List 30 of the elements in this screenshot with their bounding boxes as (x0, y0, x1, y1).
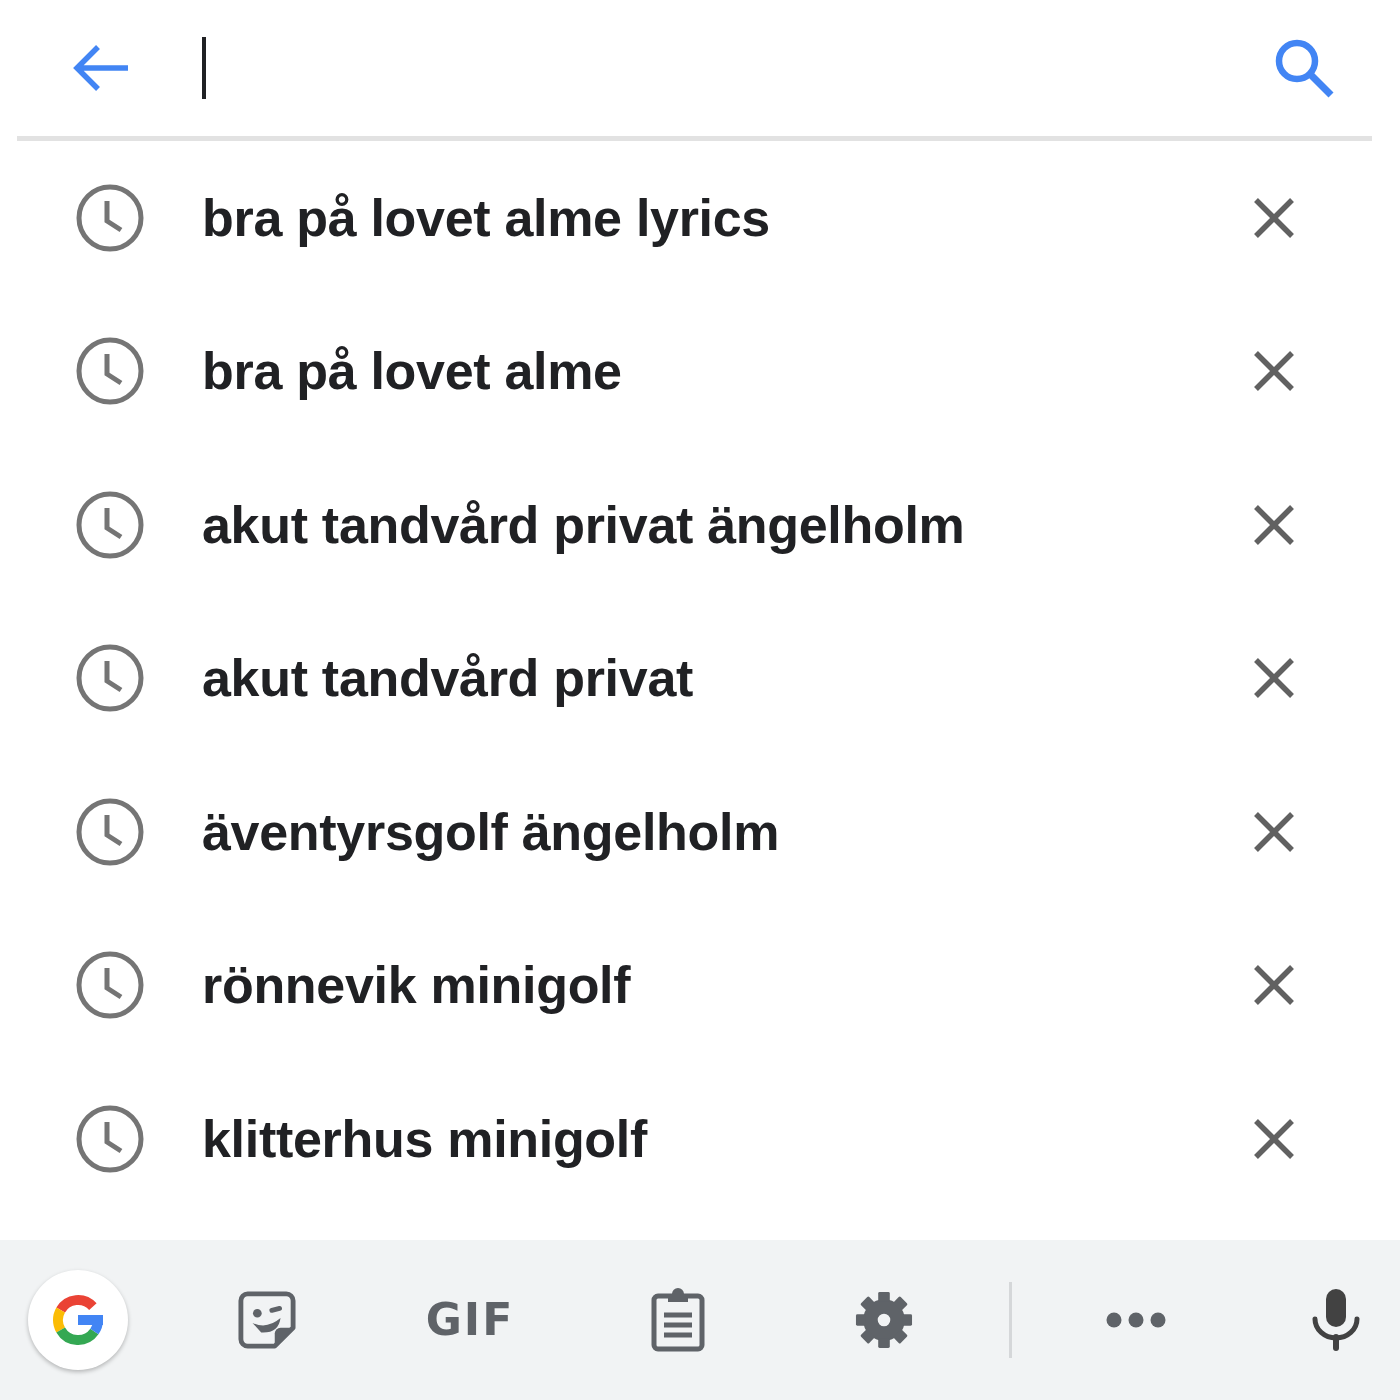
clock-icon (76, 183, 144, 252)
clock-icon (76, 951, 144, 1020)
close-icon[interactable] (1254, 197, 1294, 238)
gif-button[interactable]: GIF (425, 1298, 515, 1342)
back-arrow-icon[interactable] (72, 44, 130, 92)
suggestion-text[interactable]: bra på lovet alme (202, 341, 622, 402)
close-icon[interactable] (1254, 811, 1294, 852)
suggestion-text[interactable]: akut tandvård privat ängelholm (202, 494, 965, 555)
more-icon[interactable] (1106, 1312, 1166, 1328)
close-icon[interactable] (1254, 658, 1294, 699)
suggestion-text[interactable]: rönnevik minigolf (202, 955, 631, 1016)
close-icon[interactable] (1254, 1118, 1294, 1159)
close-icon[interactable] (1254, 504, 1294, 545)
logo-button[interactable] (28, 1270, 128, 1370)
microphone-icon[interactable] (1312, 1289, 1360, 1351)
close-icon[interactable] (1254, 965, 1294, 1006)
clock-icon (76, 337, 144, 406)
suggestion-text[interactable]: klitterhus minigolf (202, 1108, 647, 1169)
suggestion-text[interactable]: akut tandvård privat (202, 648, 694, 709)
search-icon[interactable] (1274, 38, 1334, 98)
suggestion-text[interactable]: bra på lovet alme lyrics (202, 187, 770, 248)
clock-icon (76, 490, 144, 559)
sticker-icon[interactable] (238, 1291, 296, 1349)
clock-icon (76, 797, 144, 866)
close-icon[interactable] (1254, 351, 1294, 392)
clock-icon (76, 644, 144, 713)
settings-icon[interactable] (855, 1291, 913, 1349)
clipboard-icon[interactable] (651, 1288, 705, 1352)
suggestion-text[interactable]: äventyrsgolf ängelholm (202, 801, 780, 862)
clock-icon (76, 1104, 144, 1173)
